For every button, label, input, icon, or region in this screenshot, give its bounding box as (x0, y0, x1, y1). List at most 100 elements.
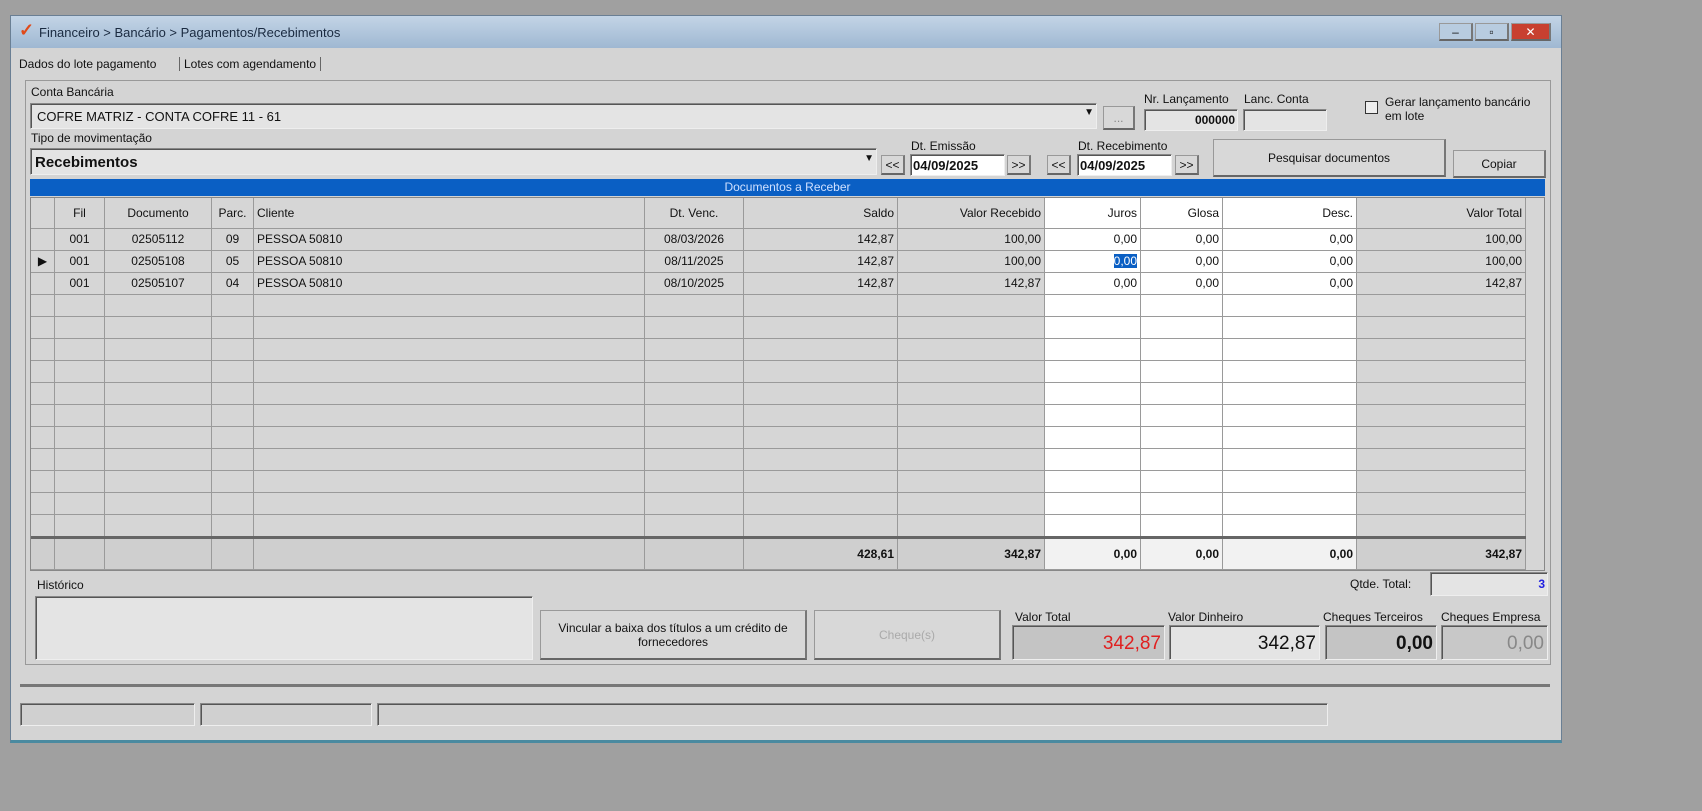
empty-row-juros[interactable] (1045, 295, 1141, 317)
empty-row-desc[interactable] (1223, 361, 1357, 383)
empty-row-desc[interactable] (1223, 317, 1357, 339)
dt-recebimento-field[interactable]: 04/09/2025 (1077, 154, 1172, 176)
empty-row-glosa[interactable] (1141, 427, 1223, 449)
header-valor-recebido: Valor Recebido (898, 198, 1045, 229)
empty-row-parc (212, 383, 254, 405)
totals-row-desc[interactable]: 0,00 (1223, 539, 1357, 570)
table-row-fil: 001 (55, 229, 105, 251)
dt-emissao-field[interactable]: 04/09/2025 (910, 154, 1005, 176)
header-desc[interactable]: Desc. (1223, 198, 1357, 229)
totals-row-glosa[interactable]: 0,00 (1141, 539, 1223, 570)
empty-row-saldo (744, 471, 898, 493)
empty-row-juros[interactable] (1045, 515, 1141, 537)
header-glosa[interactable]: Glosa (1141, 198, 1223, 229)
tipo-movimentacao-select[interactable]: Recebimentos ▼ (30, 148, 877, 175)
copiar-button[interactable]: Copiar (1453, 150, 1546, 178)
recebimento-next-button[interactable]: >> (1175, 155, 1199, 175)
empty-row-indicator (31, 515, 55, 537)
empty-row-valor-total (1357, 383, 1526, 405)
emissao-next-button[interactable]: >> (1007, 155, 1031, 175)
empty-row-juros[interactable] (1045, 405, 1141, 427)
table-row-parc: 05 (212, 251, 254, 273)
emissao-prev-button[interactable]: << (881, 155, 905, 175)
header-dt-venc: Dt. Venc. (645, 198, 744, 229)
empty-row-juros[interactable] (1045, 493, 1141, 515)
empty-row-juros[interactable] (1045, 339, 1141, 361)
table-row-fil: 001 (55, 273, 105, 295)
table-row-juros[interactable]: 0,00 (1045, 273, 1141, 295)
empty-row-glosa[interactable] (1141, 449, 1223, 471)
table-row-glosa[interactable]: 0,00 (1141, 273, 1223, 295)
documents-grid[interactable]: Fil Documento Parc. Cliente Dt. Venc. Saldo Va… (30, 197, 1545, 571)
empty-row-juros[interactable] (1045, 361, 1141, 383)
empty-row-saldo (744, 383, 898, 405)
table-row-juros[interactable]: 0,00 (1045, 229, 1141, 251)
dt-recebimento-label: Dt. Recebimento (1078, 139, 1168, 153)
empty-row-desc[interactable] (1223, 515, 1357, 537)
table-row-valor-recebido: 100,00 (898, 229, 1045, 251)
empty-row-desc[interactable] (1223, 449, 1357, 471)
table-row-desc[interactable]: 0,00 (1223, 273, 1357, 295)
grid-title: Documentos a Receber (30, 179, 1545, 196)
historico-textarea[interactable] (35, 596, 533, 660)
empty-row-desc[interactable] (1223, 493, 1357, 515)
empty-row-juros[interactable] (1045, 449, 1141, 471)
empty-row-glosa[interactable] (1141, 493, 1223, 515)
empty-row-desc[interactable] (1223, 383, 1357, 405)
empty-row-glosa[interactable] (1141, 317, 1223, 339)
pesquisar-documentos-button[interactable]: Pesquisar documentos (1213, 139, 1446, 177)
chevron-down-icon[interactable]: ▼ (864, 153, 874, 164)
empty-row-desc[interactable] (1223, 427, 1357, 449)
tab-lotes-agendamento[interactable]: Lotes com agendamento (179, 57, 322, 71)
empty-row-juros[interactable] (1045, 471, 1141, 493)
conta-bancaria-select[interactable]: COFRE MATRIZ - CONTA COFRE 11 - 61 ▼ (30, 103, 1097, 129)
empty-row-glosa[interactable] (1141, 405, 1223, 427)
empty-row-parc (212, 295, 254, 317)
table-row-desc[interactable]: 0,00 (1223, 229, 1357, 251)
minimize-button[interactable]: ‒ (1439, 23, 1473, 41)
close-button[interactable]: ✕ (1511, 23, 1551, 41)
lanc-conta-field[interactable] (1243, 109, 1327, 131)
maximize-button[interactable]: ▫ (1475, 23, 1509, 41)
totals-row-valor-recebido: 342,87 (898, 539, 1045, 570)
empty-row-glosa[interactable] (1141, 383, 1223, 405)
recebimento-prev-button[interactable]: << (1047, 155, 1071, 175)
empty-row-glosa[interactable] (1141, 471, 1223, 493)
vincular-credito-button[interactable]: Vincular a baixa dos títulos a um crédit… (540, 610, 807, 660)
table-row-desc[interactable]: 0,00 (1223, 251, 1357, 273)
empty-row-juros[interactable] (1045, 317, 1141, 339)
empty-row-juros[interactable] (1045, 383, 1141, 405)
table-row-saldo: 142,87 (744, 251, 898, 273)
empty-row-glosa[interactable] (1141, 339, 1223, 361)
empty-row-saldo (744, 361, 898, 383)
divider (20, 684, 1550, 687)
empty-row-fil (55, 383, 105, 405)
empty-row-cliente (254, 449, 645, 471)
empty-row-glosa[interactable] (1141, 361, 1223, 383)
selected-cell-text[interactable]: 0,00 (1113, 254, 1137, 268)
empty-row-desc[interactable] (1223, 405, 1357, 427)
conta-lookup-button[interactable]: ... (1103, 106, 1135, 130)
valor-dinheiro-field[interactable]: 342,87 (1169, 625, 1320, 660)
tab-dados-lote[interactable]: Dados do lote pagamento (19, 57, 156, 71)
table-row-juros[interactable]: 0,00 (1045, 251, 1141, 273)
chevron-down-icon[interactable]: ▼ (1084, 107, 1094, 118)
empty-row-desc[interactable] (1223, 471, 1357, 493)
gerar-lancamento-checkbox[interactable] (1365, 101, 1378, 114)
status-panel-3 (377, 703, 1328, 726)
empty-row-glosa[interactable] (1141, 515, 1223, 537)
empty-row-glosa[interactable] (1141, 295, 1223, 317)
nr-lancamento-field[interactable]: 000000 (1144, 109, 1238, 131)
header-juros[interactable]: Juros (1045, 198, 1141, 229)
table-row-saldo: 142,87 (744, 229, 898, 251)
table-row-glosa[interactable]: 0,00 (1141, 251, 1223, 273)
cheques-button[interactable]: Cheque(s) (814, 610, 1001, 660)
empty-row-documento (105, 405, 212, 427)
totals-row-juros[interactable]: 0,00 (1045, 539, 1141, 570)
empty-row-desc[interactable] (1223, 295, 1357, 317)
empty-row-cliente (254, 361, 645, 383)
empty-row-desc[interactable] (1223, 339, 1357, 361)
table-row-glosa[interactable]: 0,00 (1141, 229, 1223, 251)
empty-row-juros[interactable] (1045, 427, 1141, 449)
empty-row-indicator (31, 493, 55, 515)
